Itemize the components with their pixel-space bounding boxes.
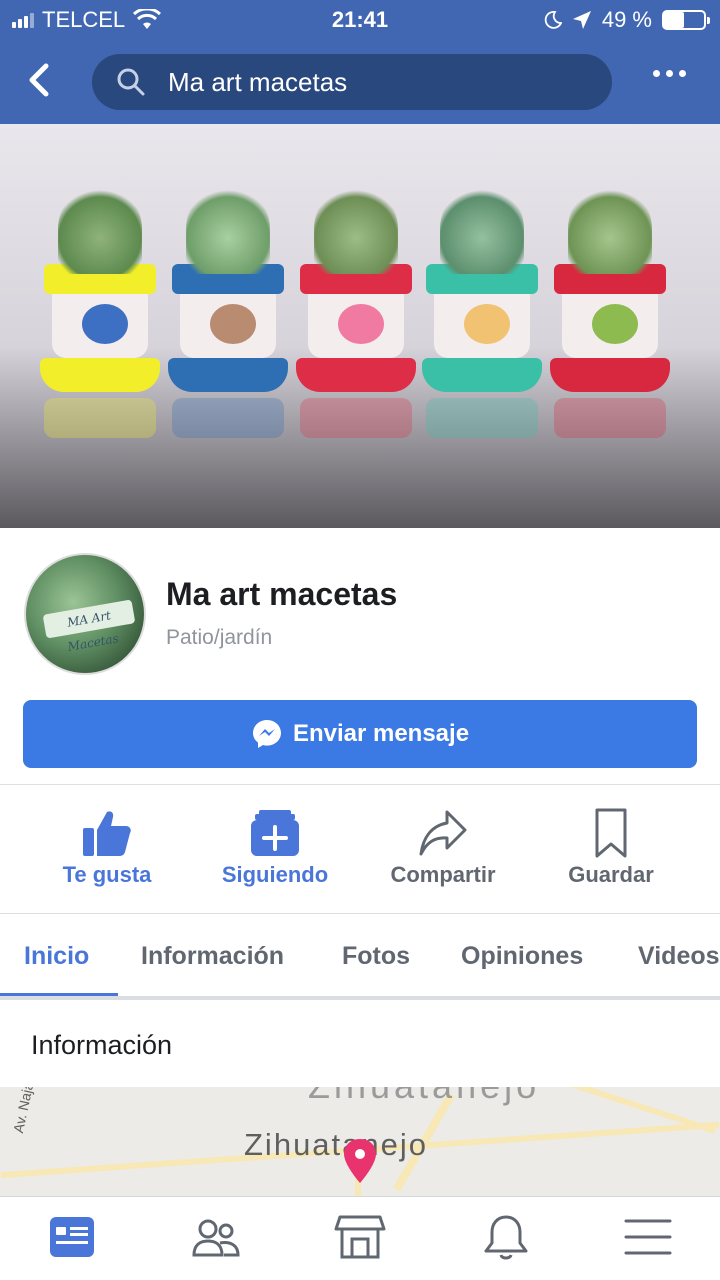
pot-image-2 — [168, 184, 288, 438]
friends-icon — [192, 1219, 240, 1257]
page-tabs: Inicio Información Fotos Opiniones Video… — [0, 914, 720, 1000]
battery-level — [664, 12, 684, 28]
battery-percent: 49 % — [601, 7, 652, 32]
page-title: Ma art macetas — [166, 576, 398, 612]
divider — [0, 784, 720, 785]
active-tab-indicator — [0, 993, 118, 996]
news-feed-icon — [50, 1217, 94, 1257]
map-city-label-large: Zihuatanejo — [308, 1087, 540, 1107]
section-title: Información — [31, 1030, 173, 1060]
send-message-button[interactable]: Enviar mensaje — [23, 700, 697, 768]
tab-videos[interactable]: Videos — [638, 942, 720, 971]
tab-inicio[interactable]: Inicio — [24, 942, 89, 971]
bottom-nav-bar — [0, 1196, 720, 1280]
menu-icon — [624, 1219, 672, 1255]
back-button[interactable] — [24, 60, 68, 104]
notifications-bell-icon — [484, 1215, 528, 1260]
location-pin-icon — [344, 1139, 376, 1183]
action-row: Te gusta Siguiendo Compartir Guardar — [0, 786, 720, 912]
share-button[interactable]: Compartir — [359, 786, 527, 912]
top-nav-bar: Ma art macetas — [0, 40, 720, 124]
location-arrow-icon — [572, 11, 591, 29]
pot-image-4 — [422, 184, 542, 438]
moon-icon — [544, 11, 562, 29]
bottom-nav-menu[interactable] — [622, 1213, 674, 1261]
send-message-label: Enviar mensaje — [292, 720, 470, 747]
like-label: Te gusta — [62, 862, 152, 887]
bottom-nav-news-feed[interactable] — [46, 1213, 98, 1261]
map-city-label: Zihuatanejo — [244, 1127, 429, 1162]
search-icon — [117, 68, 145, 96]
status-bar: TELCEL 21:41 49 % — [0, 0, 720, 40]
bookmark-icon — [595, 808, 627, 858]
more-options-button[interactable] — [653, 70, 686, 77]
profile-avatar[interactable]: MA Art Macetas — [24, 553, 146, 675]
battery-icon — [662, 10, 710, 30]
pot-image-3 — [296, 184, 416, 438]
tab-informacion[interactable]: Información — [141, 942, 284, 971]
thumbs-up-icon — [83, 811, 131, 856]
follow-feed-icon — [251, 810, 299, 856]
search-input[interactable]: Ma art macetas — [92, 54, 612, 110]
save-button[interactable]: Guardar — [527, 786, 695, 912]
avatar-logo-text: MA Art Macetas — [42, 599, 136, 654]
share-label: Compartir — [390, 862, 496, 887]
share-arrow-icon — [419, 810, 467, 856]
marketplace-icon — [334, 1215, 386, 1259]
chevron-left-icon — [29, 63, 49, 97]
cover-photo[interactable] — [0, 124, 720, 528]
save-label: Guardar — [568, 862, 654, 887]
bottom-nav-friends[interactable] — [190, 1213, 242, 1261]
map-street-label: Av. Najahua — [10, 1087, 42, 1135]
following-button[interactable]: Siguiendo — [191, 786, 359, 912]
pot-image-5 — [550, 184, 670, 438]
tab-fotos[interactable]: Fotos — [342, 942, 410, 971]
bottom-nav-marketplace[interactable] — [334, 1213, 386, 1261]
like-button[interactable]: Te gusta — [23, 786, 191, 912]
tab-opiniones[interactable]: Opiniones — [461, 942, 583, 971]
messenger-icon — [252, 720, 281, 748]
search-query: Ma art macetas — [168, 66, 348, 97]
more-dots-icon — [653, 70, 660, 77]
page-category[interactable]: Patio/jardín — [166, 626, 272, 650]
following-label: Siguiendo — [221, 862, 329, 887]
bottom-nav-notifications[interactable] — [480, 1213, 532, 1261]
pot-image-1 — [40, 184, 160, 438]
location-map[interactable]: Zihuatanejo Zihuatanejo Av. Najahua — [0, 1087, 720, 1197]
status-right: 49 % — [544, 7, 710, 33]
